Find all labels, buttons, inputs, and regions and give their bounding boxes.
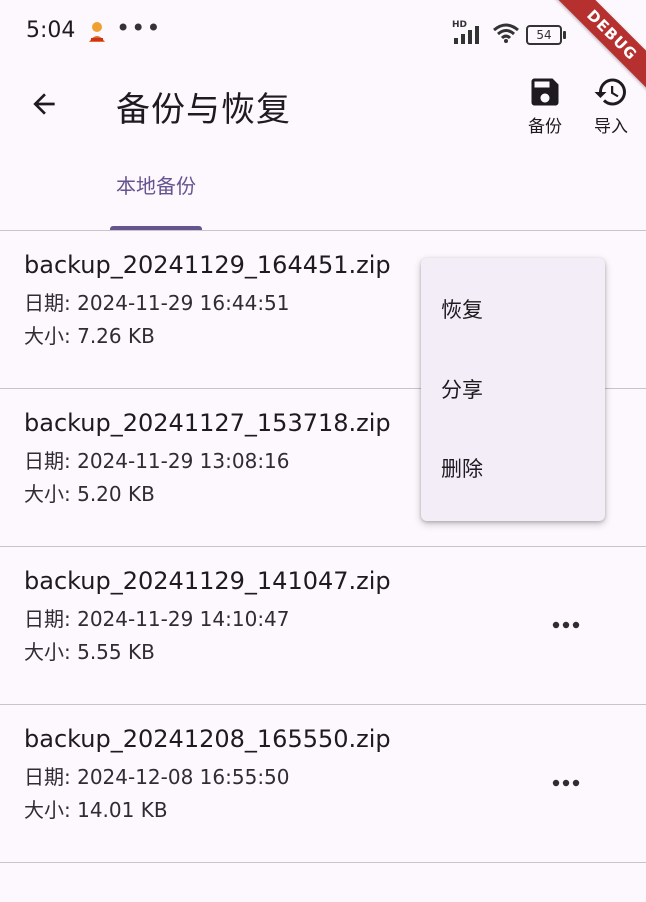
battery-level: 54 <box>526 25 562 45</box>
signal-icon: HD <box>452 20 486 46</box>
backup-file-name: backup_20241208_165550.zip <box>24 725 391 753</box>
battery-indicator: 54 <box>526 25 566 45</box>
backup-size: 大小: 14.01 KB <box>24 798 168 822</box>
backup-size: 大小: 7.26 KB <box>24 324 155 348</box>
backup-size: 大小: 5.20 KB <box>24 482 155 506</box>
backup-date: 日期: 2024-11-29 14:10:47 <box>24 607 290 631</box>
import-action-label: 导入 <box>594 117 628 137</box>
backup-list-item[interactable]: backup_20241208_165550.zip 日期: 2024-12-0… <box>0 705 646 863</box>
more-options-button[interactable] <box>548 607 584 643</box>
backup-date: 日期: 2024-11-29 16:44:51 <box>24 291 290 315</box>
backup-file-name: backup_20241127_153718.zip <box>24 409 391 437</box>
status-right-group: HD 54 <box>452 20 566 48</box>
backup-file-name: backup_20241129_164451.zip <box>24 251 391 279</box>
save-icon <box>531 78 559 106</box>
popup-menu: 恢复 分享 删除 <box>421 258 605 521</box>
menu-item-delete[interactable]: 删除 <box>421 433 605 503</box>
more-horiz-icon <box>552 779 580 787</box>
list-divider <box>0 862 646 863</box>
status-overflow-dots: ••• <box>116 14 162 42</box>
backup-file-name: backup_20241129_141047.zip <box>24 567 391 595</box>
menu-item-share[interactable]: 分享 <box>421 354 605 424</box>
backup-size: 大小: 5.55 KB <box>24 640 155 664</box>
tab-local-backup[interactable]: 本地备份 <box>96 170 216 199</box>
menu-item-restore[interactable]: 恢复 <box>421 274 605 344</box>
app-notification-icon <box>86 20 108 44</box>
backup-action-button[interactable]: 备份 <box>517 74 573 137</box>
more-horiz-icon <box>552 621 580 629</box>
backup-date: 日期: 2024-11-29 13:08:16 <box>24 449 290 473</box>
status-time: 5:04 <box>26 18 76 43</box>
backup-action-label: 备份 <box>528 117 562 137</box>
history-icon <box>594 78 626 106</box>
page-title: 备份与恢复 <box>116 90 291 130</box>
backup-date: 日期: 2024-12-08 16:55:50 <box>24 765 290 789</box>
back-button[interactable] <box>22 82 66 126</box>
import-action-button[interactable]: 导入 <box>583 74 639 137</box>
more-options-button[interactable] <box>548 765 584 801</box>
battery-cap <box>563 31 566 39</box>
wifi-icon <box>492 22 520 48</box>
arrow-back-icon <box>33 93 55 115</box>
backup-list-item[interactable]: backup_20241129_141047.zip 日期: 2024-11-2… <box>0 547 646 705</box>
